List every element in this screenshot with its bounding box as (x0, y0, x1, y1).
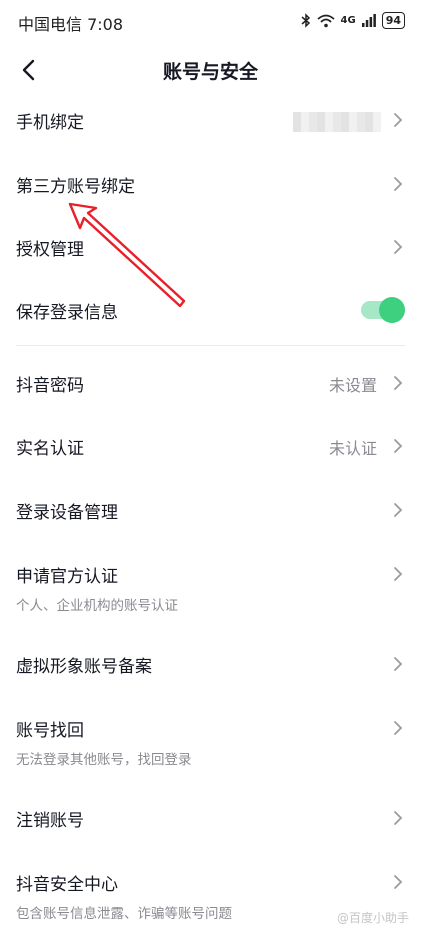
chevron-right-icon (394, 567, 403, 581)
row-delete-account[interactable]: 注销账号 (0, 794, 421, 842)
section-divider (16, 345, 405, 346)
row-label: 保存登录信息 (16, 303, 118, 323)
row-label: 登录设备管理 (16, 503, 118, 523)
row-real-name[interactable]: 实名认证 未认证 (0, 422, 421, 470)
chevron-right-icon (394, 113, 403, 127)
chevron-right-icon (394, 503, 403, 517)
chevron-right-icon (394, 177, 403, 191)
row-third-party-binding[interactable]: 第三方账号绑定 (0, 160, 421, 208)
chevron-right-icon (394, 240, 403, 254)
settings-list: 手机绑定 第三方账号绑定 授权管理 保存登录信息 抖音密码 未设置 实名认证 未… (0, 0, 421, 936)
row-label: 账号找回 (16, 721, 84, 741)
row-label: 手机绑定 (16, 113, 84, 133)
chevron-right-icon (394, 657, 403, 671)
toggle-knob (379, 297, 405, 323)
row-authorization[interactable]: 授权管理 (0, 223, 421, 271)
row-label: 实名认证 (16, 439, 84, 459)
chevron-right-icon (394, 875, 403, 889)
row-subtitle: 包含账号信息泄露、诈骗等账号问题 (16, 906, 232, 922)
chevron-right-icon (394, 721, 403, 735)
row-label: 授权管理 (16, 240, 84, 260)
chevron-right-icon (394, 376, 403, 390)
masked-phone-number (293, 112, 381, 132)
row-virtual-avatar[interactable]: 虚拟形象账号备案 (0, 640, 421, 688)
row-password[interactable]: 抖音密码 未设置 (0, 359, 421, 407)
row-subtitle: 无法登录其他账号，找回登录 (16, 752, 192, 768)
row-value: 未认证 (328, 439, 377, 458)
row-value: 未设置 (328, 376, 377, 395)
row-label: 注销账号 (16, 811, 84, 831)
row-phone-binding[interactable]: 手机绑定 (0, 96, 421, 144)
row-label: 抖音密码 (16, 376, 84, 396)
row-official-verification[interactable]: 申请官方认证 个人、企业机构的账号认证 (0, 550, 421, 614)
row-account-recovery[interactable]: 账号找回 无法登录其他账号，找回登录 (0, 704, 421, 768)
save-login-toggle[interactable] (361, 297, 405, 323)
row-label: 虚拟形象账号备案 (16, 657, 152, 677)
chevron-right-icon (394, 439, 403, 453)
row-label: 第三方账号绑定 (16, 177, 135, 197)
watermark: @百度小助手 (336, 911, 409, 925)
chevron-right-icon (394, 811, 403, 825)
row-devices[interactable]: 登录设备管理 (0, 486, 421, 534)
row-label: 抖音安全中心 (16, 875, 118, 895)
row-subtitle: 个人、企业机构的账号认证 (16, 598, 178, 614)
row-save-login: 保存登录信息 (0, 286, 421, 334)
row-label: 申请官方认证 (16, 567, 118, 587)
